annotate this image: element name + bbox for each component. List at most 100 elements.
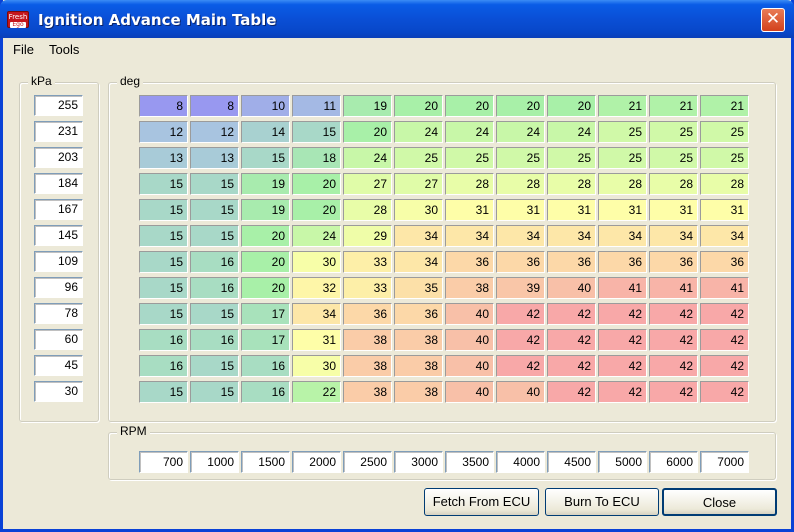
advance-cell[interactable]: 42 <box>649 329 698 351</box>
advance-cell[interactable]: 20 <box>292 173 341 195</box>
kpa-value-field[interactable]: 45 <box>34 355 83 376</box>
advance-cell[interactable]: 15 <box>139 277 188 299</box>
advance-cell[interactable]: 40 <box>445 303 494 325</box>
advance-cell[interactable]: 15 <box>190 303 239 325</box>
advance-cell[interactable]: 38 <box>343 381 392 403</box>
advance-cell[interactable]: 15 <box>139 199 188 221</box>
advance-cell[interactable]: 42 <box>496 355 545 377</box>
advance-cell[interactable]: 22 <box>292 381 341 403</box>
advance-cell[interactable]: 38 <box>394 381 443 403</box>
advance-cell[interactable]: 24 <box>496 121 545 143</box>
advance-cell[interactable]: 16 <box>190 329 239 351</box>
burn-to-ecu-button[interactable]: Burn To ECU <box>545 488 659 516</box>
advance-cell[interactable]: 24 <box>292 225 341 247</box>
advance-cell[interactable]: 28 <box>547 173 596 195</box>
advance-cell[interactable]: 34 <box>292 303 341 325</box>
advance-cell[interactable]: 42 <box>598 355 647 377</box>
advance-cell[interactable]: 31 <box>598 199 647 221</box>
advance-cell[interactable]: 34 <box>649 225 698 247</box>
rpm-value-field[interactable]: 1000 <box>190 451 239 473</box>
advance-cell[interactable]: 16 <box>139 355 188 377</box>
advance-cell[interactable]: 24 <box>445 121 494 143</box>
rpm-value-field[interactable]: 2500 <box>343 451 392 473</box>
advance-cell[interactable]: 40 <box>445 381 494 403</box>
advance-cell[interactable]: 42 <box>649 303 698 325</box>
advance-cell[interactable]: 15 <box>139 303 188 325</box>
advance-cell[interactable]: 38 <box>394 329 443 351</box>
advance-cell[interactable]: 42 <box>700 355 749 377</box>
advance-cell[interactable]: 20 <box>445 95 494 117</box>
megasquirt-app-icon[interactable]: Fresh Ego <box>7 11 29 28</box>
advance-cell[interactable]: 29 <box>343 225 392 247</box>
kpa-value-field[interactable]: 60 <box>34 329 83 350</box>
advance-cell[interactable]: 25 <box>649 147 698 169</box>
advance-cell[interactable]: 38 <box>343 355 392 377</box>
advance-cell[interactable]: 15 <box>292 121 341 143</box>
menu-file[interactable]: File <box>13 42 34 57</box>
advance-cell[interactable]: 25 <box>598 121 647 143</box>
advance-cell[interactable]: 20 <box>343 121 392 143</box>
kpa-value-field[interactable]: 78 <box>34 303 83 324</box>
advance-cell[interactable]: 24 <box>394 121 443 143</box>
advance-cell[interactable]: 30 <box>292 355 341 377</box>
advance-cell[interactable]: 28 <box>700 173 749 195</box>
advance-cell[interactable]: 15 <box>190 173 239 195</box>
advance-cell[interactable]: 42 <box>547 381 596 403</box>
kpa-value-field[interactable]: 145 <box>34 225 83 246</box>
advance-cell[interactable]: 42 <box>598 303 647 325</box>
menu-tools[interactable]: Tools <box>49 42 79 57</box>
rpm-value-field[interactable]: 7000 <box>700 451 749 473</box>
advance-cell[interactable]: 20 <box>547 95 596 117</box>
advance-cell[interactable]: 28 <box>496 173 545 195</box>
advance-cell[interactable]: 42 <box>496 303 545 325</box>
advance-cell[interactable]: 40 <box>445 355 494 377</box>
close-button[interactable]: Close <box>662 488 777 516</box>
kpa-value-field[interactable]: 109 <box>34 251 83 272</box>
advance-cell[interactable]: 40 <box>496 381 545 403</box>
advance-cell[interactable]: 36 <box>649 251 698 273</box>
advance-cell[interactable]: 33 <box>343 277 392 299</box>
kpa-value-field[interactable]: 203 <box>34 147 83 168</box>
advance-cell[interactable]: 19 <box>343 95 392 117</box>
advance-cell[interactable]: 34 <box>598 225 647 247</box>
advance-cell[interactable]: 30 <box>292 251 341 273</box>
advance-cell[interactable]: 16 <box>241 355 290 377</box>
advance-cell[interactable]: 40 <box>547 277 596 299</box>
advance-cell[interactable]: 21 <box>700 95 749 117</box>
advance-cell[interactable]: 42 <box>700 303 749 325</box>
advance-cell[interactable]: 10 <box>241 95 290 117</box>
advance-cell[interactable]: 38 <box>343 329 392 351</box>
advance-cell[interactable]: 21 <box>598 95 647 117</box>
advance-cell[interactable]: 15 <box>241 147 290 169</box>
advance-cell[interactable]: 28 <box>445 173 494 195</box>
advance-cell[interactable]: 28 <box>343 199 392 221</box>
kpa-value-field[interactable]: 255 <box>34 95 83 116</box>
advance-cell[interactable]: 24 <box>343 147 392 169</box>
advance-cell[interactable]: 42 <box>547 355 596 377</box>
advance-cell[interactable]: 31 <box>649 199 698 221</box>
advance-cell[interactable]: 15 <box>190 225 239 247</box>
advance-cell[interactable]: 12 <box>139 121 188 143</box>
advance-cell[interactable]: 15 <box>139 251 188 273</box>
advance-cell[interactable]: 42 <box>598 329 647 351</box>
kpa-value-field[interactable]: 167 <box>34 199 83 220</box>
advance-cell[interactable]: 12 <box>190 121 239 143</box>
advance-cell[interactable]: 20 <box>496 95 545 117</box>
advance-cell[interactable]: 18 <box>292 147 341 169</box>
advance-cell[interactable]: 11 <box>292 95 341 117</box>
advance-cell[interactable]: 20 <box>292 199 341 221</box>
advance-cell[interactable]: 28 <box>598 173 647 195</box>
advance-cell[interactable]: 27 <box>394 173 443 195</box>
rpm-value-field[interactable]: 4000 <box>496 451 545 473</box>
advance-cell[interactable]: 34 <box>394 251 443 273</box>
advance-cell[interactable]: 16 <box>139 329 188 351</box>
advance-cell[interactable]: 34 <box>547 225 596 247</box>
rpm-value-field[interactable]: 5000 <box>598 451 647 473</box>
kpa-value-field[interactable]: 231 <box>34 121 83 142</box>
kpa-value-field[interactable]: 184 <box>34 173 83 194</box>
advance-cell[interactable]: 38 <box>394 355 443 377</box>
rpm-value-field[interactable]: 4500 <box>547 451 596 473</box>
advance-cell[interactable]: 25 <box>547 147 596 169</box>
advance-cell[interactable]: 24 <box>547 121 596 143</box>
advance-cell[interactable]: 42 <box>700 381 749 403</box>
